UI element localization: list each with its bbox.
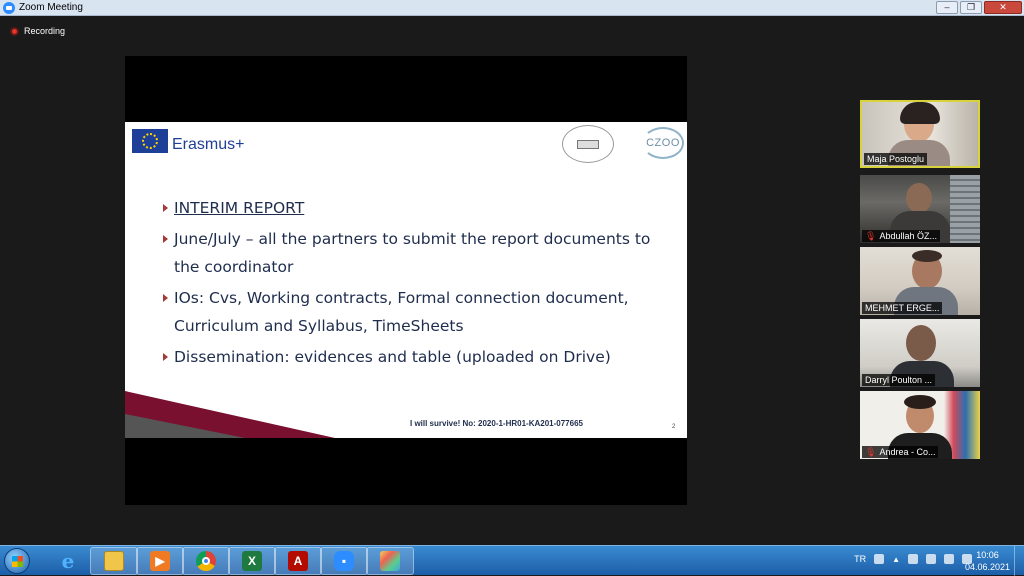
close-button[interactable]: ✕	[984, 1, 1022, 14]
internet-explorer-icon: e	[61, 549, 75, 573]
maximize-button[interactable]: ❐	[960, 1, 982, 14]
system-tray: TR ▲	[854, 554, 972, 564]
participant-name: Andrea - Co...	[879, 447, 936, 457]
network-icon[interactable]	[944, 554, 954, 564]
minimize-button[interactable]: ‒	[936, 1, 958, 14]
muted-mic-icon: 🎙	[865, 447, 877, 457]
participant-name: Maja Postoglu	[867, 154, 925, 164]
participant-tile[interactable]: Maja Postoglu	[860, 100, 980, 168]
participant-name-label: Maja Postoglu	[864, 153, 928, 165]
taskbar-file-explorer[interactable]	[90, 547, 138, 575]
shared-screen[interactable]: Erasmus+ CZOO INTERIM REPORT June/July –…	[125, 56, 687, 505]
language-indicator[interactable]: TR	[854, 554, 866, 564]
participant-name: Abdullah ÖZ...	[879, 231, 937, 241]
participant-tile[interactable]: Darryl Poulton ...	[860, 319, 980, 387]
bullet-text: INTERIM REPORT	[174, 199, 305, 217]
slide-bullets: INTERIM REPORT June/July – all the partn…	[163, 194, 673, 373]
czoo-logo-text: CZOO	[646, 137, 680, 149]
acrobat-icon: A	[288, 551, 308, 571]
slide-footer: I will survive! No: 2020-1-HR01-KA201-07…	[410, 419, 583, 428]
keyboard-icon[interactable]	[874, 554, 885, 564]
start-button[interactable]	[4, 548, 30, 574]
participant-name: Darryl Poulton ...	[865, 375, 933, 385]
folder-icon	[104, 551, 124, 571]
recording-indicator[interactable]: Recording	[10, 26, 65, 36]
battery-icon[interactable]	[926, 554, 936, 564]
muted-mic-icon: 🎙	[865, 231, 877, 241]
clock[interactable]: 10:06 04.06.2021	[965, 549, 1010, 573]
bullet-item: IOs: Cvs, Working contracts, Formal conn…	[163, 284, 673, 341]
clock-time: 10:06	[976, 550, 999, 560]
bullet-item: Dissemination: evidences and table (uplo…	[163, 343, 673, 372]
chrome-icon	[196, 551, 216, 571]
show-desktop-button[interactable]	[1014, 546, 1024, 576]
tray-expand-icon[interactable]: ▲	[892, 555, 900, 564]
erasmus-logo-text: Erasmus+	[172, 136, 245, 153]
czoo-logo: CZOO	[642, 127, 684, 159]
participant-tile[interactable]: 🎙 Abdullah ÖZ...	[860, 175, 980, 243]
project-logo	[562, 125, 614, 163]
window-controls: ‒ ❐ ✕	[936, 1, 1022, 14]
participant-tile[interactable]: 🎙 Andrea - Co...	[860, 391, 980, 459]
windows-taskbar: e ▶ X A ▪ TR ▲ 10:06 04.06.2021	[0, 545, 1024, 576]
taskbar-internet-explorer[interactable]: e	[44, 547, 92, 575]
participant-name-label: MEHMET ERGE...	[862, 302, 943, 314]
excel-icon: X	[242, 551, 262, 571]
bullet-item: INTERIM REPORT	[163, 194, 673, 223]
eu-flag-logo	[132, 129, 168, 153]
bullet-item: June/July – all the partners to submit t…	[163, 225, 673, 282]
record-icon	[10, 26, 19, 36]
participant-name-label: Darryl Poulton ...	[862, 374, 936, 386]
taskbar-media-player[interactable]: ▶	[136, 547, 184, 575]
participant-name-label: 🎙 Abdullah ÖZ...	[862, 230, 940, 242]
taskbar-zoom[interactable]: ▪	[320, 547, 368, 575]
recording-label: Recording	[24, 26, 66, 36]
taskbar-chrome[interactable]	[182, 547, 230, 575]
taskbar-acrobat[interactable]: A	[274, 547, 322, 575]
participant-name: MEHMET ERGE...	[865, 303, 940, 313]
action-center-icon[interactable]	[908, 554, 918, 564]
presentation-slide: Erasmus+ CZOO INTERIM REPORT June/July –…	[125, 122, 687, 438]
paint-icon	[380, 551, 400, 571]
zoom-app-icon	[3, 1, 15, 14]
media-player-icon: ▶	[150, 551, 170, 571]
slide-decoration-dark	[125, 414, 245, 438]
window-titlebar: Zoom Meeting ‒ ❐ ✕	[0, 0, 1024, 16]
clock-date: 04.06.2021	[964, 562, 1010, 572]
meeting-area: Recording Erasmus+ CZOO INTERIM REPORT J…	[0, 17, 1024, 545]
zoom-icon: ▪	[334, 551, 354, 571]
participant-tile[interactable]: MEHMET ERGE...	[860, 247, 980, 315]
taskbar-paint[interactable]	[366, 547, 414, 575]
slide-page-number: 2	[672, 424, 676, 430]
participant-name-label: 🎙 Andrea - Co...	[862, 446, 939, 458]
window-title: Zoom Meeting	[19, 2, 83, 13]
taskbar-excel[interactable]: X	[228, 547, 276, 575]
